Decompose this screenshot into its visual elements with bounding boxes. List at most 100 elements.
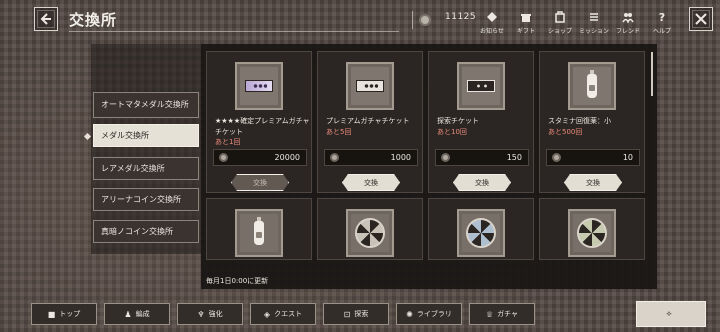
medal-coin-icon <box>552 153 561 162</box>
svg-text:?: ? <box>659 11 665 23</box>
item-thumbnail <box>568 62 616 110</box>
stamina-vial-icon <box>587 70 597 98</box>
nav-label: クエスト <box>274 310 303 318</box>
explore-icon: ⊡ <box>343 309 351 319</box>
mission-button[interactable]: ミッション <box>576 11 612 35</box>
exchange-button[interactable]: 交換 <box>453 174 511 191</box>
vial-icon <box>254 217 264 245</box>
category-darkness-coin[interactable]: 真暗ノコイン交換所 <box>93 220 199 243</box>
gift-label: ギフト <box>516 28 535 35</box>
close-icon <box>695 13 707 25</box>
item-thumbnail <box>457 62 505 110</box>
premium-ticket-icon <box>245 80 273 92</box>
item-thumbnail <box>568 209 616 257</box>
explore-ticket-icon <box>467 80 495 92</box>
quest-icon: ◈ <box>263 309 271 319</box>
rune-icon <box>466 218 496 248</box>
item-thumbnail <box>346 62 394 110</box>
home-icon: ■ <box>47 309 56 319</box>
category-label: メダル交換所 <box>101 130 149 140</box>
exchange-item-card[interactable]: ★★★★確定プレミアムガチャチケット あと1回 20000 交換 <box>206 51 312 193</box>
medal-coin-icon <box>419 14 431 26</box>
library-icon: ✺ <box>406 309 413 319</box>
news-label: お知らせ <box>480 28 504 35</box>
nav-active-tab[interactable]: ⟡ <box>636 301 706 327</box>
page-title: 交換所 <box>69 11 118 29</box>
item-name: プレミアムガチャチケット <box>326 117 410 125</box>
nav-gacha[interactable]: ♕ ガチャ <box>469 303 535 325</box>
nav-label: ガチャ <box>497 310 519 318</box>
active-tab-icon: ⟡ <box>666 309 672 318</box>
scrollbar[interactable] <box>651 52 653 96</box>
nav-quest[interactable]: ◈ クエスト <box>250 303 316 325</box>
news-icon <box>487 12 497 22</box>
item-remaining: あと1回 <box>215 138 241 146</box>
item-thumbnail <box>457 209 505 257</box>
gift-button[interactable]: ギフト <box>508 11 544 35</box>
mission-icon <box>590 13 598 21</box>
back-arrow-icon <box>40 13 51 25</box>
friend-button[interactable]: フレンド <box>610 11 646 35</box>
exchange-item-card[interactable] <box>206 198 312 260</box>
nav-label: 編成 <box>135 310 150 318</box>
refresh-note: 毎月1日0:00に更新 <box>206 277 269 285</box>
exchange-button[interactable]: 交換 <box>231 174 289 191</box>
exchange-item-card[interactable]: 探索チケット あと10回 150 交換 <box>428 51 534 193</box>
header-divider <box>412 11 413 29</box>
medal-coin-icon <box>219 153 228 162</box>
help-icon: ? <box>659 11 665 23</box>
medal-coin-icon <box>330 153 339 162</box>
close-button[interactable] <box>689 7 713 31</box>
item-name: ★★★★確定プレミアムガチャチケット <box>215 117 310 136</box>
exchange-item-card[interactable]: スタミナ回復薬：小 あと500回 10 交換 <box>539 51 645 193</box>
nav-label: 強化 <box>208 310 223 318</box>
category-label: レアメダル交換所 <box>101 163 165 173</box>
back-button[interactable] <box>34 7 58 31</box>
rune-icon <box>355 218 385 248</box>
title-underline <box>69 31 399 32</box>
nav-label: ライブラリ <box>416 310 452 318</box>
category-medal[interactable]: メダル交換所 <box>83 124 199 147</box>
exchange-item-card[interactable] <box>428 198 534 260</box>
medal-coin-icon <box>441 153 450 162</box>
currency-display <box>412 11 431 29</box>
nav-top[interactable]: ■ トップ <box>31 303 97 325</box>
exchange-button[interactable]: 交換 <box>564 174 622 191</box>
exchange-item-card[interactable]: プレミアムガチャチケット あと5回 1000 交換 <box>317 51 423 193</box>
nav-label: 探索 <box>354 310 369 318</box>
enhance-icon: ♆ <box>197 309 205 319</box>
category-automata-medal[interactable]: オートマタメダル交換所 <box>93 92 199 118</box>
nav-label: トップ <box>59 310 81 318</box>
category-label: オートマタメダル交換所 <box>101 100 189 109</box>
news-button[interactable]: お知らせ <box>474 11 510 35</box>
category-label: アリーナコイン交換所 <box>101 194 181 204</box>
shop-button[interactable]: ショップ <box>542 11 578 35</box>
gift-icon <box>521 14 531 22</box>
nav-enhance[interactable]: ♆ 強化 <box>177 303 243 325</box>
gacha-icon: ♕ <box>485 309 494 319</box>
shop-label: ショップ <box>547 28 572 35</box>
item-remaining: あと5回 <box>326 128 352 136</box>
category-arena-coin[interactable]: アリーナコイン交換所 <box>93 188 199 211</box>
exchange-item-card[interactable] <box>539 198 645 260</box>
exchange-item-card[interactable] <box>317 198 423 260</box>
exchange-button[interactable]: 交換 <box>342 174 400 191</box>
item-thumbnail <box>346 209 394 257</box>
nav-library[interactable]: ✺ ライブラリ <box>396 303 462 325</box>
item-price: 150 <box>435 149 529 166</box>
rune-icon <box>577 218 607 248</box>
item-price: 1000 <box>324 149 418 166</box>
item-thumbnail <box>235 209 283 257</box>
item-name: 探索チケット <box>437 117 479 125</box>
item-remaining: あと500回 <box>548 128 583 136</box>
nav-party[interactable]: ♟ 編成 <box>104 303 170 325</box>
help-button[interactable]: ? ヘルプ <box>644 11 680 35</box>
item-remaining: あと10回 <box>437 128 467 136</box>
mission-label: ミッション <box>578 28 609 35</box>
category-rare-medal[interactable]: レアメダル交換所 <box>93 157 199 180</box>
gacha-ticket-icon <box>356 80 384 92</box>
item-price: 20000 <box>213 149 307 166</box>
help-label: ヘルプ <box>652 28 671 35</box>
price-value: 10 <box>622 153 633 162</box>
nav-explore[interactable]: ⊡ 探索 <box>323 303 389 325</box>
